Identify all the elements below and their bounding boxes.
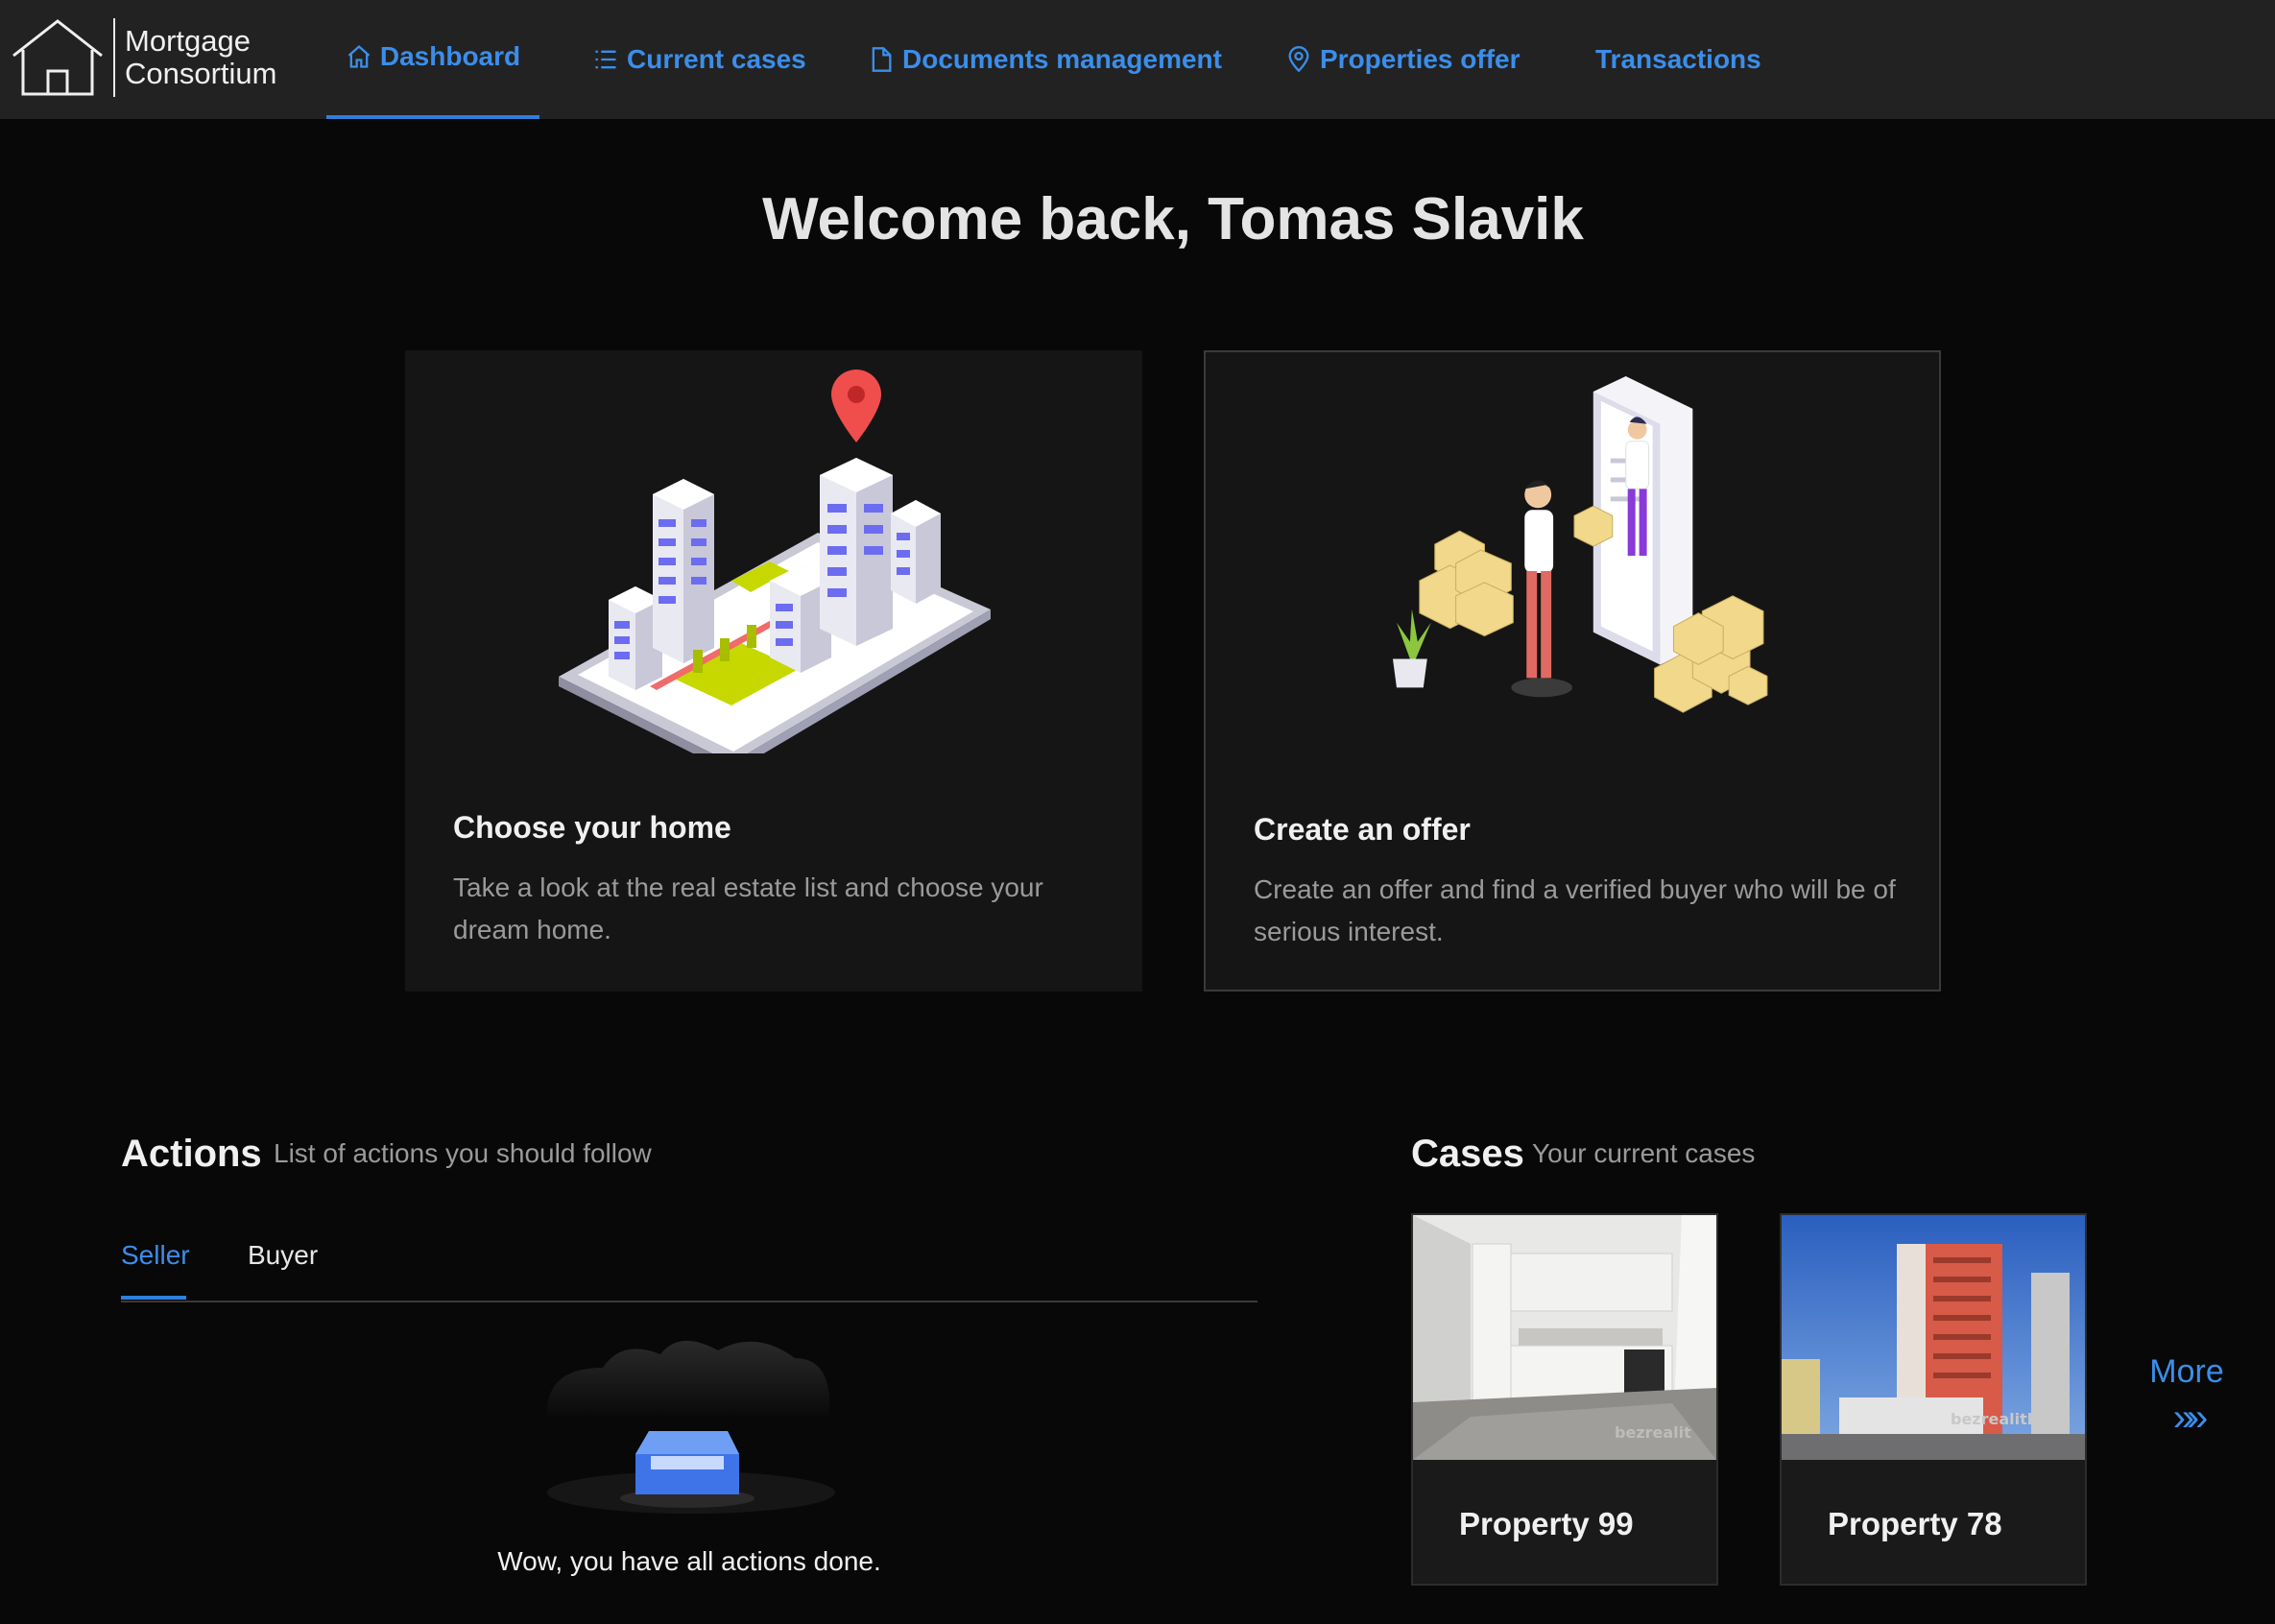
nav-properties-offer[interactable]: Properties offer <box>1285 0 1521 119</box>
tabs-divider <box>121 1301 1257 1302</box>
create-offer-title: Create an offer <box>1254 812 1471 847</box>
cases-title: Cases <box>1411 1133 1524 1175</box>
empty-actions-message: Wow, you have all actions done. <box>497 1546 881 1576</box>
location-pin-icon <box>1288 46 1309 73</box>
choose-home-description: Take a look at the real estate list and … <box>453 872 1043 944</box>
home-icon <box>347 44 371 68</box>
nav-current-cases[interactable]: Current cases <box>592 0 806 119</box>
tab-seller[interactable]: Seller <box>121 1240 190 1271</box>
more-cases-link[interactable]: More »» <box>2143 1353 2230 1440</box>
choose-home-title: Choose your home <box>453 810 731 845</box>
case-card-property-78[interactable]: bezrealitky Property 78 <box>1780 1213 2087 1586</box>
brand-name: Mortgage Consortium <box>125 25 277 90</box>
city-map-illustration <box>559 370 991 753</box>
empty-inbox-illustration <box>546 1340 835 1514</box>
cases-subtitle: Your current cases <box>1532 1138 1756 1168</box>
case-card-property-99[interactable]: bezrealit Property 99 <box>1411 1213 1718 1586</box>
top-navigation: Mortgage Consortium Dashboard Current ca… <box>0 0 2275 119</box>
nav-transactions-label: Transactions <box>1595 44 1761 74</box>
building-photo-image: bezrealitky <box>1782 1215 2085 1460</box>
create-offer-description: Create an offer and find a verified buye… <box>1254 874 1896 946</box>
brand-logo[interactable]: Mortgage Consortium <box>10 17 277 98</box>
list-icon <box>595 50 616 69</box>
nav-current-cases-label: Current cases <box>627 44 806 74</box>
create-offer-card[interactable]: Create an offer Create an offer and find… <box>1204 350 1941 991</box>
kitchen-photo-image: bezrealit <box>1413 1215 1716 1460</box>
case-label-property-78: Property 78 <box>1828 1506 2002 1541</box>
property-99-photo: bezrealit <box>1413 1215 1716 1460</box>
tab-active-indicator <box>121 1296 186 1300</box>
actions-title: Actions <box>121 1133 262 1175</box>
nav-transactions[interactable]: Transactions <box>1595 0 1761 119</box>
nav-properties-offer-label: Properties offer <box>1320 44 1521 74</box>
nav-dashboard[interactable]: Dashboard <box>326 0 539 119</box>
brand-line-1: Mortgage <box>125 24 251 58</box>
welcome-heading: Welcome back, Tomas Slavik <box>762 186 1584 252</box>
document-icon <box>872 47 892 72</box>
choose-home-card[interactable]: Choose your home Take a look at the real… <box>405 350 1142 991</box>
nav-documents-management[interactable]: Documents management <box>868 0 1222 119</box>
house-logo-icon <box>12 19 103 96</box>
actions-subtitle: List of actions you should follow <box>274 1138 652 1168</box>
brand-separator <box>113 18 115 97</box>
property-78-photo: bezrealitky <box>1782 1215 2085 1460</box>
nav-dashboard-label: Dashboard <box>379 41 521 71</box>
delivery-offer-illustration <box>1392 376 1768 713</box>
case-label-property-99: Property 99 <box>1459 1506 1634 1541</box>
brand-line-2: Consortium <box>125 57 277 90</box>
nav-documents-management-label: Documents management <box>902 44 1222 74</box>
watermark-bezrealit: bezrealit <box>1615 1423 1691 1442</box>
tab-buyer[interactable]: Buyer <box>248 1240 318 1271</box>
more-cases-label: More <box>2149 1353 2224 1390</box>
watermark-bezrealitky: bezrealitky <box>1951 1410 2048 1428</box>
double-chevron-right-icon: »» <box>2172 1397 2209 1439</box>
